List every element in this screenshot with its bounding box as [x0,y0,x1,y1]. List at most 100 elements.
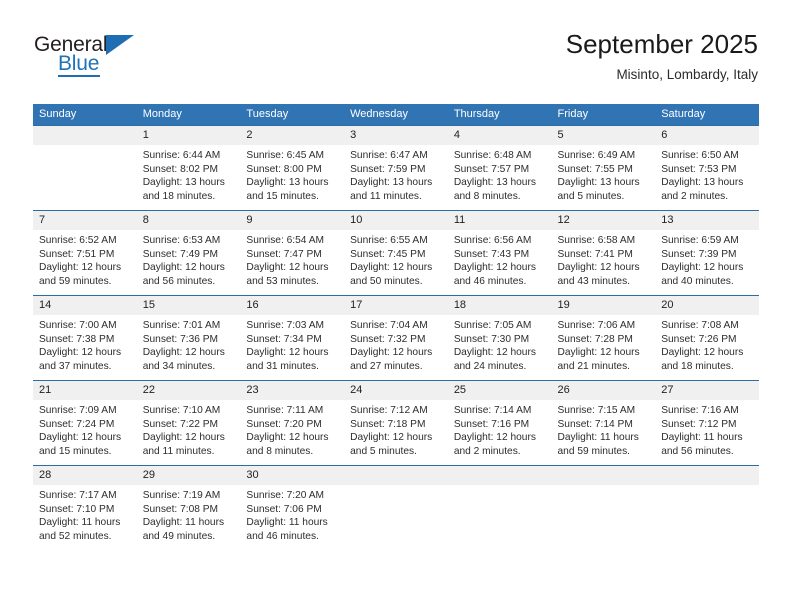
day-details: Sunrise: 7:17 AM Sunset: 7:10 PM Daylight:… [33,485,137,543]
calendar-day-cell[interactable]: 24 Sunrise: 7:12 AM Sunset: 7:18 PM Dayligh… [344,380,448,466]
sunrise-text: Sunrise: 6:48 AM [453,150,532,161]
daylight-text-line2: and 50 minutes. [350,275,423,287]
day-number: 19 [551,296,656,315]
sunrise-text: Sunrise: 7:09 AM [39,405,117,416]
daylight-text-line1: Daylight: 12 hours [246,262,329,274]
calendar-day-cell[interactable]: 9 Sunrise: 6:54 AM Sunset: 7:47 PM Daylight… [240,210,345,296]
calendar-day-cell[interactable]: 14 Sunrise: 7:00 AM Sunset: 7:38 PM Dayligh… [33,295,137,381]
weekday-header-friday: Friday [551,104,656,126]
daylight-text-line2: and 18 minutes. [661,360,734,372]
daylight-text-line1: Daylight: 12 hours [142,347,225,359]
day-number: 24 [344,381,448,400]
daylight-text-line1: Daylight: 12 hours [142,432,225,444]
daylight-text-line1: Daylight: 11 hours [39,517,121,529]
calendar-body: 1 Sunrise: 6:44 AM Sunset: 8:02 PM Daylight… [33,125,759,550]
sunset-text: Sunset: 7:36 PM [142,333,219,345]
calendar-day-cell[interactable]: 10 Sunrise: 6:55 AM Sunset: 7:45 PM Dayligh… [344,210,448,296]
day-details: Sunrise: 6:48 AM Sunset: 7:57 PM Daylight:… [448,145,552,203]
sunset-text: Sunset: 7:06 PM [246,503,322,515]
daylight-text-line2: and 11 minutes. [350,190,422,202]
calendar-day-cell[interactable]: 15 Sunrise: 7:01 AM Sunset: 7:36 PM Dayligh… [136,295,241,381]
sunrise-text: Sunrise: 7:10 AM [142,405,221,416]
calendar-day-cell[interactable]: 20 Sunrise: 7:08 AM Sunset: 7:26 PM Dayligh… [655,295,759,381]
day-details: Sunrise: 6:53 AM Sunset: 7:49 PM Daylight:… [137,230,241,288]
day-number: 16 [240,296,345,315]
logo-text-blue: Blue [58,52,100,75]
day-number [344,466,448,485]
calendar-day-cell[interactable]: 26 Sunrise: 7:15 AM Sunset: 7:14 PM Dayligh… [551,380,656,466]
sunrise-text: Sunrise: 7:05 AM [453,320,532,331]
day-details: Sunrise: 7:12 AM Sunset: 7:18 PM Daylight:… [344,400,448,458]
day-number: 2 [240,126,345,145]
day-number: 28 [33,466,137,485]
sunset-text: Sunset: 7:55 PM [557,163,633,175]
calendar-day-cell[interactable]: 30 Sunrise: 7:20 AM Sunset: 7:06 PM Dayligh… [240,465,345,550]
sunset-text: Sunset: 7:26 PM [661,333,737,345]
day-details: Sunrise: 7:16 AM Sunset: 7:12 PM Daylight:… [655,400,759,458]
daylight-text-line1: Daylight: 11 hours [142,517,225,529]
daylight-text-line2: and 46 minutes. [453,275,527,287]
daylight-text-line2: and 24 minutes. [453,360,527,372]
calendar-day-cell[interactable]: 4 Sunrise: 6:48 AM Sunset: 7:57 PM Daylight… [447,125,552,211]
calendar-day-cell-empty [344,465,448,550]
calendar-day-cell[interactable]: 23 Sunrise: 7:11 AM Sunset: 7:20 PM Dayligh… [240,380,345,466]
calendar-day-cell[interactable]: 28 Sunrise: 7:17 AM Sunset: 7:10 PM Dayligh… [33,465,137,550]
weekday-header-monday: Monday [136,104,241,126]
sunset-text: Sunset: 7:43 PM [453,248,530,260]
calendar-day-cell[interactable]: 12 Sunrise: 6:58 AM Sunset: 7:41 PM Dayligh… [551,210,656,296]
calendar-day-cell[interactable]: 29 Sunrise: 7:19 AM Sunset: 7:08 PM Dayligh… [136,465,241,550]
sunset-text: Sunset: 7:38 PM [39,333,115,345]
sunset-text: Sunset: 7:59 PM [350,163,426,175]
calendar-day-cell[interactable]: 5 Sunrise: 6:49 AM Sunset: 7:55 PM Daylight… [551,125,656,211]
calendar-day-cell[interactable]: 25 Sunrise: 7:14 AM Sunset: 7:16 PM Dayligh… [447,380,552,466]
day-details: Sunrise: 6:58 AM Sunset: 7:41 PM Daylight:… [552,230,656,288]
calendar-day-cell[interactable]: 13 Sunrise: 6:59 AM Sunset: 7:39 PM Dayligh… [655,210,759,296]
sunrise-text: Sunrise: 7:03 AM [246,320,324,331]
day-details: Sunrise: 6:54 AM Sunset: 7:47 PM Daylight:… [240,230,344,288]
sunrise-sunset-calendar: Sunday Monday Tuesday Wednesday Thursday… [33,104,759,550]
calendar-day-cell[interactable]: 22 Sunrise: 7:10 AM Sunset: 7:22 PM Dayligh… [136,380,241,466]
calendar-day-cell[interactable]: 7 Sunrise: 6:52 AM Sunset: 7:51 PM Daylight… [33,210,137,296]
daylight-text-line2: and 15 minutes. [39,445,112,457]
day-details: Sunrise: 6:44 AM Sunset: 8:02 PM Daylight:… [137,145,241,203]
daylight-text-line2: and 31 minutes. [246,360,319,372]
sunset-text: Sunset: 7:10 PM [39,503,115,515]
calendar-day-cell[interactable]: 19 Sunrise: 7:06 AM Sunset: 7:28 PM Dayligh… [551,295,656,381]
calendar-day-cell[interactable]: 6 Sunrise: 6:50 AM Sunset: 7:53 PM Daylight… [655,125,759,211]
calendar-day-cell[interactable]: 18 Sunrise: 7:05 AM Sunset: 7:30 PM Dayligh… [447,295,552,381]
day-details: Sunrise: 7:05 AM Sunset: 7:30 PM Daylight:… [448,315,552,373]
calendar-day-cell[interactable]: 11 Sunrise: 6:56 AM Sunset: 7:43 PM Dayligh… [447,210,552,296]
calendar-day-cell[interactable]: 17 Sunrise: 7:04 AM Sunset: 7:32 PM Dayligh… [344,295,448,381]
day-number: 17 [344,296,448,315]
day-number: 21 [33,381,137,400]
page-header: General Blue September 2025 Misinto, Lom… [0,0,792,100]
daylight-text-line2: and 56 minutes. [142,275,216,287]
daylight-text-line2: and 59 minutes. [39,275,112,287]
calendar-day-cell[interactable]: 2 Sunrise: 6:45 AM Sunset: 8:00 PM Daylight… [240,125,345,211]
daylight-text-line1: Daylight: 12 hours [350,347,433,359]
calendar-day-cell[interactable]: 16 Sunrise: 7:03 AM Sunset: 7:34 PM Dayligh… [240,295,345,381]
day-number [447,466,552,485]
calendar-day-cell[interactable]: 27 Sunrise: 7:16 AM Sunset: 7:12 PM Dayligh… [655,380,759,466]
calendar-day-cell[interactable]: 1 Sunrise: 6:44 AM Sunset: 8:02 PM Daylight… [136,125,241,211]
calendar-day-cell[interactable]: 3 Sunrise: 6:47 AM Sunset: 7:59 PM Daylight… [344,125,448,211]
daylight-text-line2: and 8 minutes. [246,445,314,457]
sunset-text: Sunset: 7:08 PM [142,503,219,515]
day-details: Sunrise: 6:47 AM Sunset: 7:59 PM Daylight:… [344,145,448,203]
daylight-text-line1: Daylight: 11 hours [661,432,743,444]
weekday-header-saturday: Saturday [655,104,759,126]
calendar-day-cell[interactable]: 21 Sunrise: 7:09 AM Sunset: 7:24 PM Dayligh… [33,380,137,466]
sunrise-text: Sunrise: 7:04 AM [350,320,428,331]
day-details: Sunrise: 7:14 AM Sunset: 7:16 PM Daylight:… [448,400,552,458]
day-number: 27 [655,381,759,400]
daylight-text-line2: and 59 minutes. [557,445,631,457]
calendar-day-cell[interactable]: 8 Sunrise: 6:53 AM Sunset: 7:49 PM Daylight… [136,210,241,296]
weekday-header-thursday: Thursday [447,104,552,126]
daylight-text-line2: and 5 minutes. [557,190,625,202]
daylight-text-line2: and 56 minutes. [661,445,734,457]
day-details: Sunrise: 6:52 AM Sunset: 7:51 PM Daylight:… [33,230,137,288]
sunset-text: Sunset: 7:39 PM [661,248,737,260]
day-number [33,126,137,145]
page-subtitle: Misinto, Lombardy, Italy [616,67,758,82]
day-details: Sunrise: 7:11 AM Sunset: 7:20 PM Daylight:… [240,400,344,458]
